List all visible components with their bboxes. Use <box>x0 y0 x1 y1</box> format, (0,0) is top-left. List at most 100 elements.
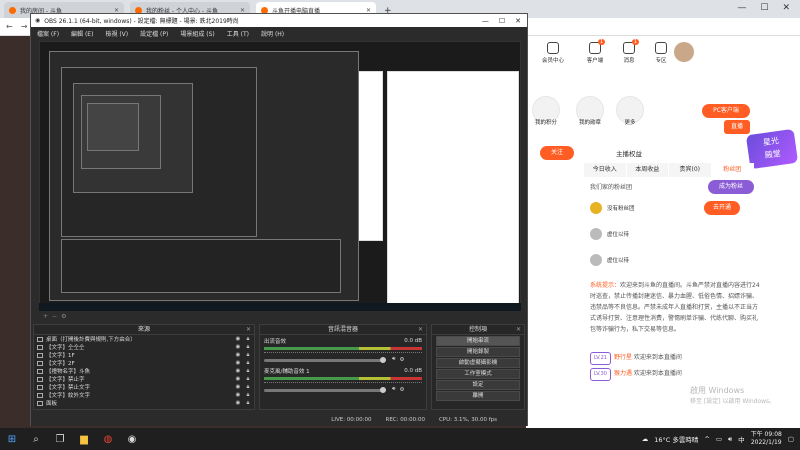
lock-icon[interactable]: 🔒︎ <box>245 360 251 367</box>
page-tabs: 今日收入 本周收益 贵宾(0) 粉丝团 <box>584 163 754 177</box>
menu-file[interactable]: 檔案 (F) <box>37 29 59 38</box>
source-item[interactable]: 桌面（打開後計費與規則,下方由合） ◉ 🔒︎ <box>34 335 254 343</box>
close-icon[interactable]: ✕ <box>246 325 251 335</box>
chrome-icon[interactable]: ◍ <box>96 428 120 450</box>
gear-icon[interactable]: ⚙ <box>399 357 404 363</box>
eye-icon[interactable]: ◉ <box>235 376 241 382</box>
lock-icon[interactable]: 🔒︎ <box>245 384 251 391</box>
become-fan-button[interactable]: 成为粉丝 <box>708 180 754 194</box>
maximize-icon[interactable]: ☐ <box>499 17 505 25</box>
eye-icon[interactable]: ◉ <box>235 344 241 350</box>
add-icon[interactable]: + <box>43 313 48 321</box>
maximize-icon[interactable]: ☐ <box>760 3 768 13</box>
file-explorer-icon[interactable]: ▆ <box>72 428 96 450</box>
open-fan-club-button[interactable]: 去开通 <box>704 201 740 215</box>
sources-dock: 來源 ✕ 桌面（打開後計費與規則,下方由合） ◉ 🔒︎ 【文字】仝仝仝 ◉ 🔒︎ 【文字】… <box>33 324 255 410</box>
obs-statusbar: LIVE: 00:00:00 REC: 00:00:00 CPU: 3.1%, … <box>31 414 527 426</box>
source-item[interactable]: 【文字】禁止字 ◉ 🔒︎ <box>34 375 254 383</box>
task-view-icon[interactable]: ❐ <box>48 428 72 450</box>
eye-icon[interactable]: ◉ <box>235 384 241 390</box>
source-item[interactable]: 【文字】紋外文字 ◉ 🔒︎ <box>34 391 254 399</box>
windows-activation-watermark: 啟用 Windows 移至 [設定] 以啟用 Windows。 <box>690 386 776 405</box>
windows-start-icon[interactable]: ⊞ <box>0 428 24 450</box>
live-button[interactable]: 直播 <box>724 120 750 134</box>
fan-club-title: 我们家的粉丝团 <box>590 184 633 191</box>
minimize-icon[interactable]: — <box>482 17 489 25</box>
controls-dock: 控制項 ✕ 開始串流 開始錄製 啟動虛擬攝影機 工作室模式 設定 離開 <box>431 324 525 410</box>
notification-icon[interactable]: ▢ <box>788 435 794 443</box>
menu-view[interactable]: 檢視 (V) <box>105 29 128 38</box>
forward-icon[interactable]: → <box>21 22 28 31</box>
audio-mixer-dock: 音訊混音器 ✕ 出流音效 0.0 dB 🔊︎ ⚙ 麥克風/輔助音效 1 0.0 dB 🔊… <box>259 324 427 410</box>
source-item[interactable]: 面板 ◉ 🔒︎ <box>34 399 254 407</box>
source-item[interactable]: 【文字】1F ◉ 🔒︎ <box>34 351 254 359</box>
rank-row: 没有粉丝团 去开通 <box>590 200 740 216</box>
source-item[interactable]: 【禮物名字】斗魚 ◉ 🔒︎ <box>34 367 254 375</box>
minimize-icon[interactable]: — <box>737 3 746 13</box>
display-capture-icon <box>37 336 43 342</box>
lock-icon[interactable]: 🔒︎ <box>245 336 251 343</box>
start-recording-button[interactable]: 開始錄製 <box>436 347 520 357</box>
menu-help[interactable]: 說明 (H) <box>261 29 284 38</box>
volume-slider[interactable] <box>264 357 386 363</box>
exit-button[interactable]: 離開 <box>436 391 520 401</box>
tab-fan-club[interactable]: 粉丝团 <box>711 163 754 177</box>
lock-icon[interactable]: 🔒︎ <box>245 392 251 399</box>
lock-icon[interactable]: 🔒︎ <box>245 400 251 407</box>
eye-icon[interactable]: ◉ <box>235 368 241 374</box>
menu-scene-collection[interactable]: 場景組成 (S) <box>180 29 214 38</box>
source-item[interactable]: 【文字】禁止文字 ◉ 🔒︎ <box>34 383 254 391</box>
eye-icon[interactable]: ◉ <box>235 360 241 366</box>
eye-icon[interactable]: ◉ <box>235 352 241 358</box>
volume-meter <box>264 347 422 350</box>
avatar <box>590 228 602 240</box>
speaker-icon[interactable]: 🔊︎ <box>728 435 732 444</box>
close-icon[interactable]: ✕ <box>515 17 521 25</box>
close-window-icon[interactable]: ✕ <box>782 3 790 13</box>
cpu-status: CPU: 3.1%, 30.00 fps <box>438 417 497 423</box>
close-icon[interactable]: ✕ <box>516 325 521 335</box>
menu-profile[interactable]: 設定檔 (P) <box>140 29 168 38</box>
tab-vip[interactable]: 贵宾(0) <box>669 163 712 177</box>
ime-indicator[interactable]: 中 <box>738 434 745 444</box>
lock-icon[interactable]: 🔒︎ <box>245 352 251 359</box>
virtual-camera-button[interactable]: 啟動虛擬攝影機 <box>436 358 520 368</box>
obs-logo-icon: ◉ <box>35 17 41 24</box>
settings-button[interactable]: 設定 <box>436 380 520 390</box>
gear-icon[interactable]: ⚙ <box>399 387 404 393</box>
menu-edit[interactable]: 編輯 (E) <box>71 29 93 38</box>
lock-icon[interactable]: 🔒︎ <box>245 376 251 383</box>
source-item[interactable]: 【文字】仝仝仝 ◉ 🔒︎ <box>34 343 254 351</box>
lock-icon[interactable]: 🔒︎ <box>245 368 251 375</box>
more-label: 更多 <box>624 120 636 126</box>
obs-taskbar-icon[interactable]: ◉ <box>120 428 144 450</box>
close-icon[interactable]: ✕ <box>418 325 423 335</box>
eye-icon[interactable]: ◉ <box>235 392 241 398</box>
avatar[interactable] <box>674 42 694 62</box>
back-icon[interactable]: ← <box>6 22 13 31</box>
pc-client-button[interactable]: PC客户端 <box>702 104 750 118</box>
eye-icon[interactable]: ◉ <box>235 336 241 342</box>
preview-canvas[interactable] <box>39 41 521 311</box>
gear-icon[interactable]: ⚙ <box>61 313 66 321</box>
studio-mode-button[interactable]: 工作室模式 <box>436 369 520 379</box>
lock-icon[interactable]: 🔒︎ <box>245 344 251 351</box>
tab-income-week[interactable]: 本周收益 <box>626 163 669 177</box>
clock[interactable]: 下午 09:08 2022/1/19 <box>751 431 782 447</box>
search-icon[interactable]: ⌕ <box>24 428 48 450</box>
network-icon[interactable]: ▭ <box>716 435 722 443</box>
chat-line: LV.21 野行星 欢迎来到本直播间 <box>590 352 760 365</box>
host-rights-label: 主播权益 <box>616 150 642 158</box>
tray-chevron-icon[interactable]: ^ <box>704 435 709 443</box>
volume-slider[interactable] <box>264 387 386 393</box>
tab-income-today[interactable]: 今日收入 <box>584 163 627 177</box>
menu-tools[interactable]: 工具 (T) <box>227 29 249 38</box>
start-streaming-button[interactable]: 開始串流 <box>436 336 520 346</box>
follow-button[interactable]: 关注 <box>540 146 574 160</box>
speaker-icon[interactable]: 🔊︎ <box>392 386 395 393</box>
remove-icon[interactable]: − <box>52 313 57 321</box>
speaker-icon[interactable]: 🔊︎ <box>392 356 395 363</box>
weather-text[interactable]: 16°C 多雲時晴 <box>654 434 698 444</box>
eye-icon[interactable]: ◉ <box>235 400 241 406</box>
source-item[interactable]: 【文字】2F ◉ 🔒︎ <box>34 359 254 367</box>
